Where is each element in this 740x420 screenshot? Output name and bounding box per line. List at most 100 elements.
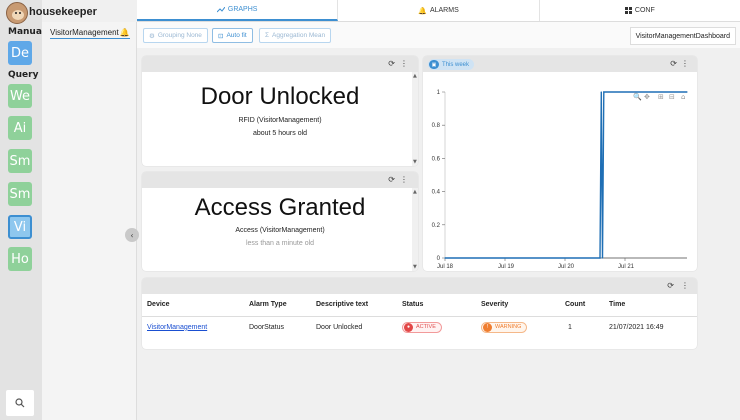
refresh-icon[interactable]: ⟳ xyxy=(667,281,674,290)
column-header: Descriptive text xyxy=(316,301,369,309)
column-header: Alarm Type xyxy=(249,301,287,309)
brand-name: housekeeper xyxy=(29,6,97,18)
rail-query-item[interactable]: We xyxy=(8,84,32,108)
rail-query-item-selected[interactable]: Vi xyxy=(8,215,32,239)
data-point xyxy=(603,91,605,93)
rail-query-item[interactable]: Sm xyxy=(8,182,32,206)
aggregation-label: Aggregation Mean xyxy=(272,32,326,39)
alarms-table: Device Alarm Type Descriptive text Statu… xyxy=(142,294,697,338)
series-line xyxy=(445,91,687,259)
grouping-label: Grouping None xyxy=(157,32,202,39)
rail-query-item[interactable]: Ai xyxy=(8,116,32,140)
card-title: Access Granted xyxy=(194,194,366,221)
rail-query-item[interactable]: Sm xyxy=(8,149,32,173)
tab-alarms[interactable]: 🔔 ALARMS xyxy=(338,0,540,21)
card-age: about 5 hours old xyxy=(252,130,308,137)
panel-header: ⟳ ⋮ xyxy=(142,172,418,188)
value-card-door-unlocked: ⟳ ⋮ Door Unlocked RFID (VisitorManagemen… xyxy=(142,56,418,166)
refresh-icon[interactable]: ⟳ xyxy=(388,59,395,68)
more-options-icon[interactable]: ⋮ xyxy=(400,175,408,184)
data-point xyxy=(444,257,446,259)
autofit-button[interactable]: ⊡ Auto fit xyxy=(212,28,253,43)
warning-icon: ! xyxy=(483,322,492,332)
top-tabs: GRAPHS 🔔 ALARMS CONF xyxy=(137,0,740,22)
data-point xyxy=(601,257,604,259)
card-title: Door Unlocked xyxy=(200,83,360,110)
zoom-in-icon: ⊞ xyxy=(658,93,664,101)
card-source: RFID (VisitorManagement) xyxy=(238,117,322,124)
panel-header: ⟳ ⋮ xyxy=(142,278,697,294)
grid-icon xyxy=(624,7,632,14)
range-toggle[interactable]: ▣ This week xyxy=(428,59,475,70)
line-chart-icon xyxy=(216,6,225,12)
active-status-icon: ● xyxy=(404,322,413,332)
more-options-icon[interactable]: ⋮ xyxy=(681,281,689,290)
tab-label: GRAPHS xyxy=(227,6,258,13)
panel-header: ⟳ ⋮ xyxy=(142,56,418,72)
zoom-icon: 🔍 xyxy=(633,92,642,101)
column-header: Severity xyxy=(481,301,509,309)
data-point xyxy=(599,257,601,259)
device-link[interactable]: VisitorManagement xyxy=(147,324,207,331)
more-options-icon[interactable]: ⋮ xyxy=(681,59,689,68)
y-tick-label: 0.2 xyxy=(432,223,441,229)
y-tick-label: 0 xyxy=(437,256,441,262)
collapse-sidebar-button[interactable]: ‹ xyxy=(125,228,139,242)
descriptive-text-cell: Door Unlocked xyxy=(316,323,363,331)
tab-label: CONF xyxy=(634,7,655,14)
fit-icon: ⊡ xyxy=(218,32,224,40)
manual-heading: Manual xyxy=(8,27,46,37)
rail-manual-item[interactable]: De xyxy=(8,41,32,65)
line-chart[interactable]: 🔍 ✥ ⊞ ⊟ ⌂ 0 0.2 0.4 0.6 0.8 1 Jul 18 Jul 19 Jul 20 Jul… xyxy=(423,72,697,271)
refresh-icon[interactable]: ⟳ xyxy=(670,59,677,68)
tab-graphs[interactable]: GRAPHS xyxy=(137,0,339,21)
secondary-sidebar: VisitorManagement🔔 xyxy=(42,22,137,420)
home-icon: ⌂ xyxy=(681,93,685,101)
x-tick-label: Jul 18 xyxy=(437,264,454,270)
calendar-icon: ▣ xyxy=(429,60,439,69)
more-options-icon[interactable]: ⋮ xyxy=(400,59,408,68)
scrollbar[interactable]: ▲ ▼ xyxy=(412,188,418,271)
table-header-row: Device Alarm Type Descriptive text Statu… xyxy=(142,294,697,316)
dashboard-select[interactable]: VisitorManagementDashboard xyxy=(629,27,736,45)
range-label: This week xyxy=(442,61,470,68)
autofit-label: Auto fit xyxy=(226,32,247,39)
rail-query-item[interactable]: Ho xyxy=(8,247,32,271)
severity-badge: ! WARNING xyxy=(481,321,528,333)
alarms-panel: ⟳ ⋮ Device Alarm Type Descriptive text S… xyxy=(142,278,697,349)
status-text: ACTIVE xyxy=(416,324,436,331)
severity-text: WARNING xyxy=(495,324,522,331)
zoom-out-icon: ⊟ xyxy=(669,93,675,101)
scrollbar[interactable]: ▲ ▼ xyxy=(412,72,418,166)
chevron-left-icon: ‹ xyxy=(130,230,134,240)
brand-logo xyxy=(6,2,28,24)
x-tick-label: Jul 19 xyxy=(498,264,515,270)
sidebar-item-label: VisitorManagement xyxy=(50,28,119,37)
card-age: less than a minute old xyxy=(245,240,315,247)
card-source: Access (VisitorManagement) xyxy=(235,227,325,234)
sidebar-item-visitormanagement[interactable]: VisitorManagement🔔 xyxy=(50,28,130,39)
x-tick-label: Jul 20 xyxy=(558,264,575,270)
search-icon xyxy=(15,398,25,408)
status-badge: ● ACTIVE xyxy=(402,321,442,333)
x-tick-label: Jul 21 xyxy=(618,264,635,270)
count-cell: 1 xyxy=(568,323,572,331)
alarm-type-cell: DoorStatus xyxy=(249,323,285,331)
refresh-icon[interactable]: ⟳ xyxy=(388,175,395,184)
sum-icon: Σ xyxy=(265,32,270,39)
aggregation-button[interactable]: Σ Aggregation Mean xyxy=(259,28,332,43)
tab-conf[interactable]: CONF xyxy=(540,0,740,21)
tab-label: ALARMS xyxy=(429,7,459,14)
gear-icon: ⚙ xyxy=(149,32,155,40)
data-point xyxy=(600,91,602,93)
y-tick-label: 0.6 xyxy=(432,156,441,162)
column-header: Status xyxy=(402,301,424,309)
bell-icon: 🔔 xyxy=(418,7,427,15)
data-point xyxy=(686,91,688,93)
graph-toolbar: ⚙ Grouping None ⊡ Auto fit Σ Aggregation… xyxy=(137,22,740,48)
y-tick-label: 0.4 xyxy=(432,190,441,196)
rail-search-button[interactable] xyxy=(6,390,34,416)
table-row: VisitorManagement DoorStatus Door Unlock… xyxy=(142,316,697,338)
grouping-button[interactable]: ⚙ Grouping None xyxy=(143,28,208,43)
value-card-access-granted: ⟳ ⋮ Access Granted Access (VisitorManage… xyxy=(142,172,418,271)
